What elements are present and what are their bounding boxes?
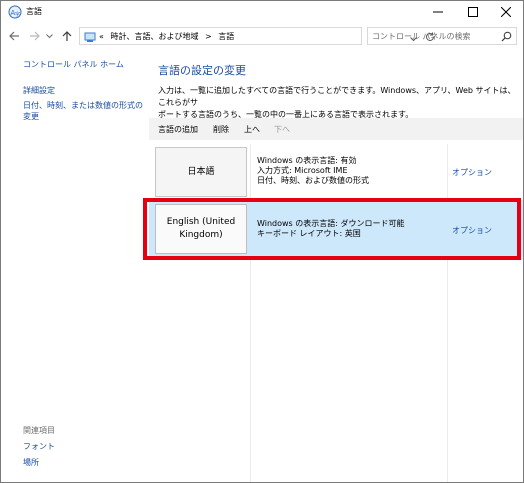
control-panel-icon (84, 31, 96, 43)
search-box (367, 27, 517, 45)
language-info: Windows の表示言語: 有効 入力方式: Microsoft IME 日付… (257, 156, 369, 186)
maximize-button[interactable] (456, 1, 490, 23)
link-line: 変更 (23, 112, 39, 121)
breadcrumb: « 時計、言語、および地域 > 言語 (99, 31, 238, 42)
move-up-button[interactable]: 上へ (244, 124, 260, 135)
page-title: 言語の設定の変更 (158, 64, 246, 77)
up-arrow-icon (62, 30, 72, 41)
back-arrow-icon (8, 31, 19, 41)
location-link[interactable]: 場所 (23, 457, 39, 468)
chevron-down-icon (45, 33, 53, 38)
breadcrumb-clock-language-region[interactable]: 時計、言語、および地域 (110, 32, 198, 41)
language-name-tile: 日本語 (155, 147, 247, 197)
svg-text:字: 字 (15, 11, 20, 18)
change-date-time-formats-link[interactable]: 日付、時刻、または数値の形式の 変更 (23, 100, 143, 122)
related-heading: 関連項目 (23, 426, 55, 435)
control-panel-home-link[interactable]: コントロール パネル ホーム (23, 59, 124, 70)
advanced-settings-link[interactable]: 詳細設定 (23, 85, 55, 96)
add-language-button[interactable]: 言語の追加 (158, 124, 198, 135)
highlight-frame (143, 198, 521, 260)
remove-button[interactable]: 削除 (213, 124, 229, 135)
address-bar[interactable]: « 時計、言語、および地域 > 言語 (79, 27, 434, 45)
move-down-button[interactable]: 下へ (274, 124, 290, 135)
back-button[interactable] (7, 29, 21, 43)
description-line: 入力は、一覧に追加したすべての言語で行うことができます。Windows、アプリ、… (158, 86, 516, 107)
window-title: 言語 (26, 7, 42, 16)
language-row-japanese[interactable]: 日本語 Windows の表示言語: 有効 入力方式: Microsoft IM… (149, 144, 523, 200)
breadcrumb-language[interactable]: 言語 (218, 32, 234, 41)
date-time-format-note: 日付、時刻、および数値の形式 (257, 176, 369, 185)
search-icon[interactable] (501, 31, 512, 42)
page-description: 入力は、一覧に追加したすべての言語で行うことができます。Windows、アプリ、… (158, 85, 518, 121)
forward-button[interactable] (27, 29, 41, 43)
language-app-icon: A 字 (8, 5, 22, 19)
fonts-link[interactable]: フォント (23, 441, 55, 452)
input-method: 入力方式: Microsoft IME (257, 166, 348, 175)
breadcrumb-separator: > (205, 32, 212, 41)
close-button[interactable] (489, 1, 523, 23)
forward-arrow-icon (29, 31, 40, 41)
minimize-button[interactable] (421, 1, 455, 23)
options-link-japanese[interactable]: オプション (452, 167, 492, 178)
recent-locations-button[interactable] (44, 29, 54, 43)
display-language-status: Windows の表示言語: 有効 (257, 156, 357, 165)
navigation-bar: « 時計、言語、および地域 > 言語 (1, 25, 523, 47)
search-input[interactable] (368, 28, 500, 44)
title-bar: A 字 言語 (1, 1, 523, 23)
up-level-button[interactable] (60, 29, 74, 43)
language-toolbar: 言語の追加 削除 上へ 下へ (149, 118, 523, 140)
maximize-icon (468, 7, 478, 17)
breadcrumb-overflow[interactable]: « (99, 32, 104, 41)
close-icon (501, 7, 511, 17)
language-window: A 字 言語 « 時計、言語、および地域 > 言語 コントロール パネルの検索 … (0, 0, 524, 483)
link-line: 日付、時刻、または数値の形式の (23, 101, 143, 110)
minimize-icon (433, 11, 443, 13)
language-name: 日本語 (187, 166, 215, 177)
